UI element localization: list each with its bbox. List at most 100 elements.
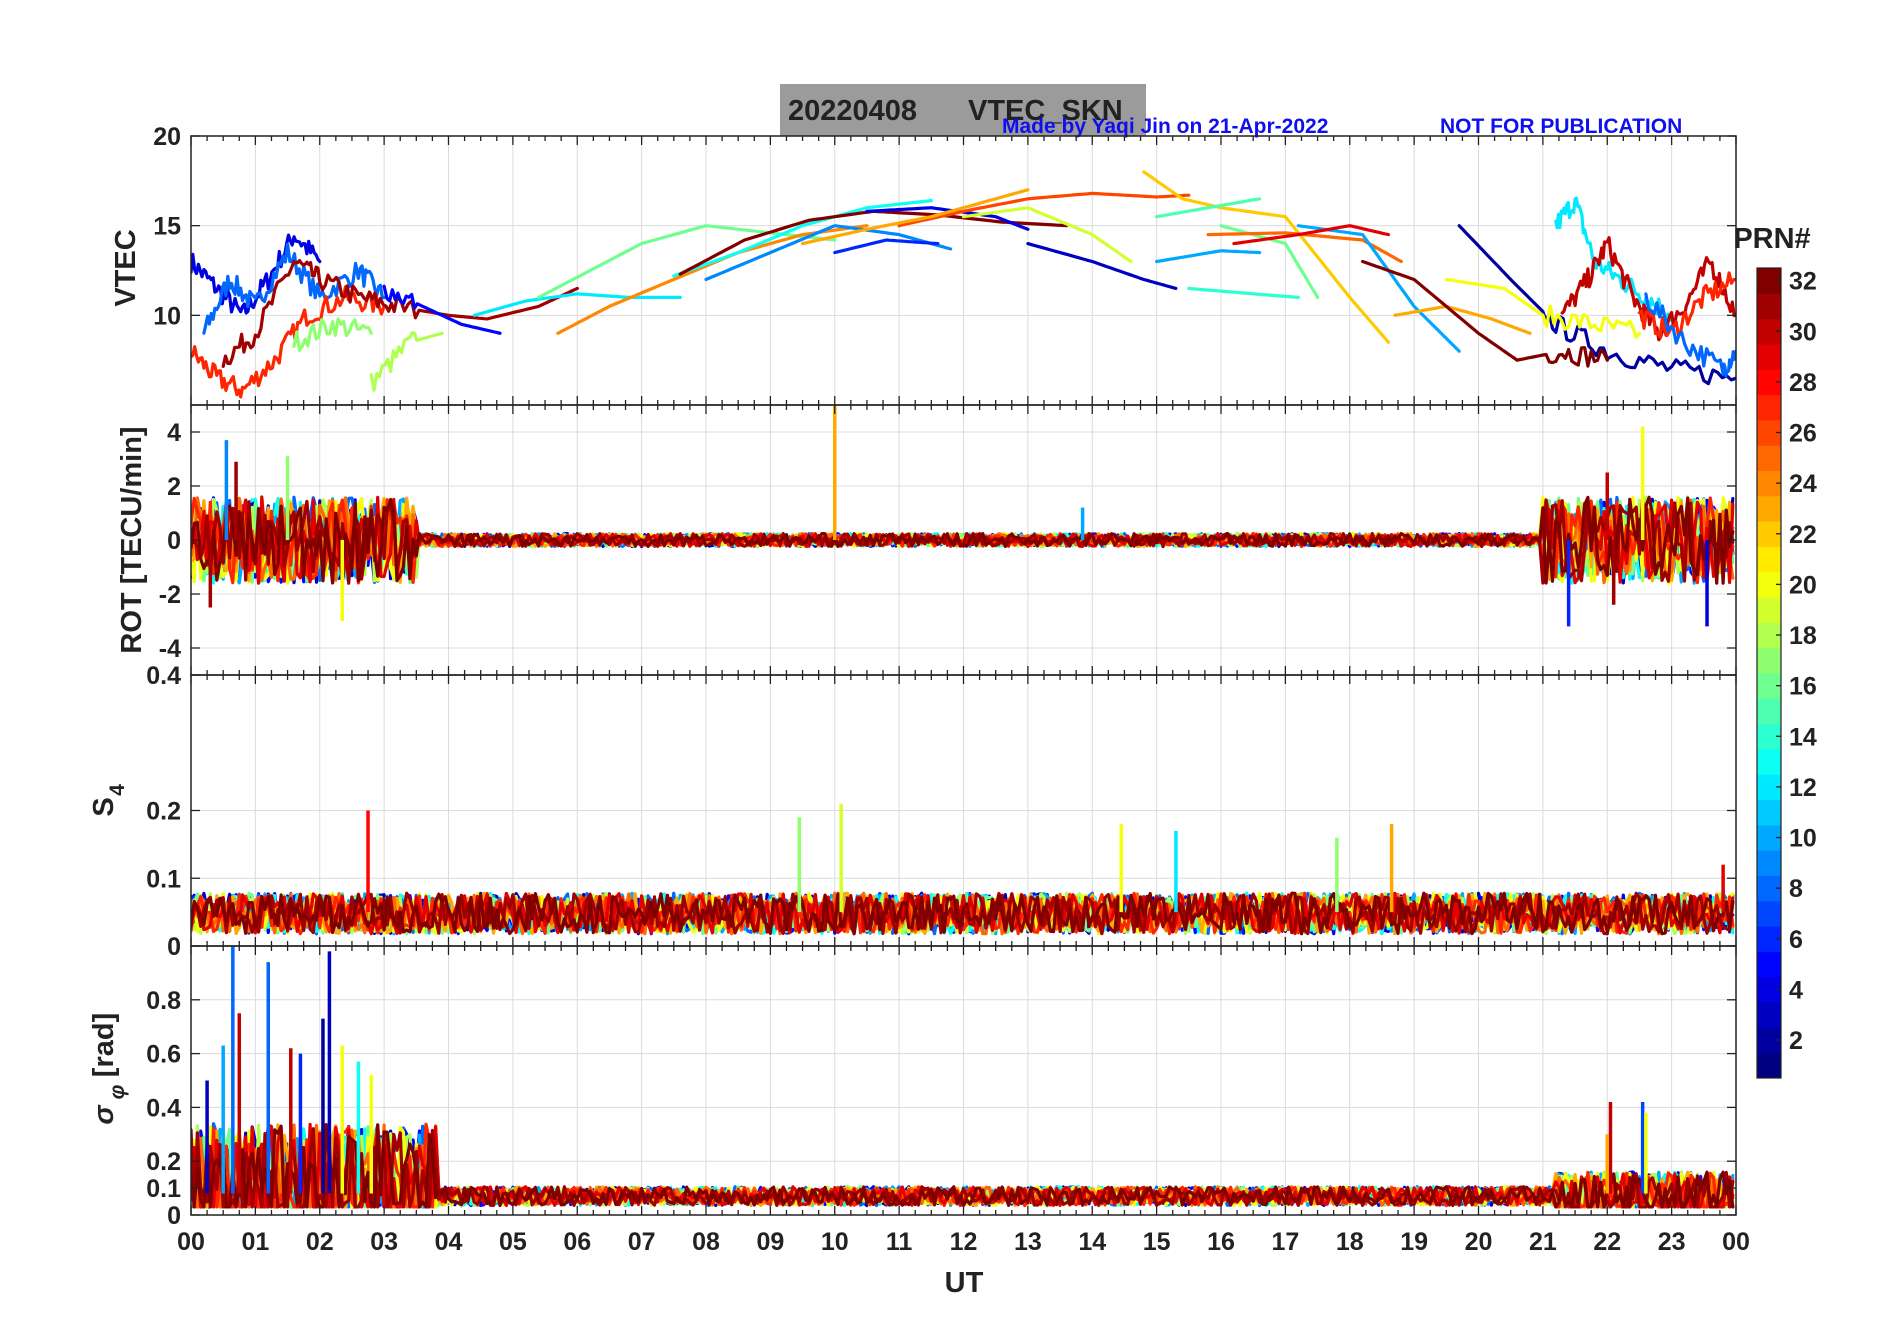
x-tick-label: 07 [628,1228,656,1256]
sigma-ylabel-symbol: σ [88,1104,120,1125]
s4-panel: 0 0.1 0.2 0.4 [146,662,1737,961]
colorbar-tick-label: 20 [1789,571,1817,599]
sigma-ylabel: σ φ [rad] [88,1013,129,1125]
x-tick-labels: 00 01 02 03 04 05 06 07 08 09 10 11 12 13 14 15 16 17 18 19… [177,1228,1750,1256]
notice-text: NOT FOR PUBLICATION [1440,115,1682,138]
colorbar-segment [1757,293,1781,320]
colorbar-segment [1757,799,1781,826]
colorbar-segment [1757,343,1781,370]
y-tick-label: 0 [167,1202,181,1230]
colorbar-tick-label: 14 [1789,723,1817,751]
y-tick-label: 0.1 [146,865,181,893]
colorbar-segment [1757,647,1781,674]
sigma-ylabel-sub: φ [106,1084,129,1099]
x-tick-label: 18 [1336,1228,1364,1256]
colorbar-tick-label: 26 [1789,420,1817,448]
sigma-phi-panel: 00.10.2 0.4 0.6 0.8 [146,945,1737,1230]
x-tick-label: 10 [821,1228,849,1256]
colorbar-segment [1757,951,1781,978]
prn-6-trace [833,238,940,255]
y-tick-label: 0.2 [146,798,181,826]
colorbar-tick-label: 4 [1789,976,1803,1004]
colorbar-segment [1757,748,1781,775]
colorbar-segment [1757,850,1781,876]
y-tick-label: 0.4 [146,662,181,690]
colorbar-tick-label: 2 [1789,1027,1803,1055]
x-tick-label: 00 [1722,1228,1750,1256]
x-tick-label: 19 [1400,1228,1428,1256]
y-tick-label: 0 [167,933,181,961]
y-tick-label: 2 [167,473,181,501]
x-tick-label: 13 [1014,1228,1042,1256]
rot-panel: -4 -2 0 2 4 [159,404,1737,676]
y-tick-label: 4 [167,419,181,447]
y-tick-label: 0.1 [146,1175,181,1203]
x-tick-label: 15 [1143,1228,1171,1256]
x-tick-label: 21 [1529,1228,1557,1256]
prn-18-trace [369,331,444,392]
sigma-ylabel-unit: [rad] [88,1013,120,1077]
colorbar-segment [1757,698,1781,725]
s4-ylabel-main: S [88,797,120,816]
prn-14-trace [1187,286,1300,299]
vtec-panel: 10 15 20 [153,123,1737,406]
title-date: 20220408 [788,95,917,127]
x-tick-label: 16 [1207,1228,1235,1256]
colorbar-tick-label: 22 [1789,521,1817,549]
prn-8-trace [202,242,386,335]
colorbar-tick-label: 28 [1789,369,1817,397]
x-tick-label: 01 [241,1228,269,1256]
traces [191,946,1735,1209]
x-tick-label: 08 [692,1228,720,1256]
colorbar-title: PRN# [1733,223,1810,255]
y-tick-label: 20 [153,123,181,151]
colorbar-tick-label: 6 [1789,926,1803,954]
colorbar-tick-label: 8 [1789,875,1803,903]
colorbar-segment [1757,394,1781,421]
x-tick-label: 14 [1078,1228,1106,1256]
y-tick-label: -4 [159,635,181,663]
x-tick-label: 05 [499,1228,527,1256]
traces [191,405,1735,627]
x-tick-label: 00 [177,1228,205,1256]
x-tick-label: 23 [1658,1228,1686,1256]
credit-text: Made by Yaqi Jin on 21-Apr-2022 [1002,115,1328,138]
prn-24-trace [556,224,869,335]
colorbar-tick-label: 32 [1789,268,1817,296]
y-tick-label: -2 [159,581,181,609]
x-tick-label: 20 [1465,1228,1493,1256]
traces [191,803,1735,936]
colorbar-segment [1757,900,1781,927]
y-tick-label: 10 [153,302,181,330]
colorbar-segment [1757,597,1781,623]
x-tick-label: 09 [756,1228,784,1256]
x-tick-label: 03 [370,1228,398,1256]
prn-10-trace [1155,249,1262,264]
x-tick-label: 04 [435,1228,463,1256]
s4-ylabel-sub: 4 [106,784,129,796]
colorbar-tick-label: 24 [1789,470,1817,498]
prn-15-trace [1155,197,1262,219]
y-tick-label: 0.8 [146,987,181,1015]
y-tick-label: 0.2 [146,1148,181,1176]
y-tick-label: 15 [153,213,181,241]
x-tick-label: 11 [886,1228,913,1256]
prn-3-trace [1026,242,1178,290]
x-tick-label: 12 [950,1228,978,1256]
colorbar-segment [1757,546,1781,573]
colorbar-tick-label: 10 [1789,825,1817,853]
colorbar-segment [1757,445,1781,471]
colorbar-segment [1757,1052,1781,1079]
y-tick-label: 0.6 [146,1041,181,1069]
rot-ylabel: ROT [TECU/min] [116,426,148,653]
vtec-ylabel: VTEC [110,229,142,306]
x-tick-label: 17 [1271,1228,1299,1256]
x-tick-label: 22 [1593,1228,1621,1256]
x-tick-label: 06 [563,1228,591,1256]
x-axis-label: UT [945,1267,984,1299]
colorbar-tick-label: 30 [1789,318,1817,346]
y-tick-label: 0.4 [146,1094,181,1122]
prn-colorbar: 2468101214161820222426283032 [1756,267,1817,1079]
colorbar-tick-label: 12 [1789,774,1817,802]
x-tick-label: 02 [306,1228,334,1256]
